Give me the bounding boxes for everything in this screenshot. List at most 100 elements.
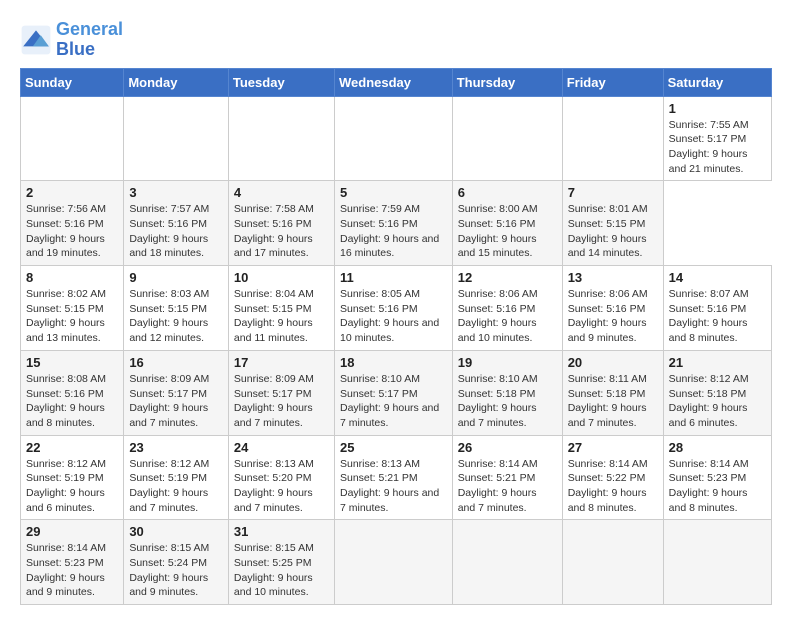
day-number: 22 — [26, 440, 118, 455]
day-info: Sunrise: 7:57 AM Sunset: 5:16 PM Dayligh… — [129, 202, 223, 261]
day-info: Sunrise: 8:12 AM Sunset: 5:18 PM Dayligh… — [669, 372, 766, 431]
calendar-day-cell: 8 Sunrise: 8:02 AM Sunset: 5:15 PM Dayli… — [21, 266, 124, 351]
empty-cell — [452, 520, 562, 605]
day-number: 7 — [568, 185, 658, 200]
day-number: 13 — [568, 270, 658, 285]
day-number: 10 — [234, 270, 329, 285]
calendar-day-cell: 18 Sunrise: 8:10 AM Sunset: 5:17 PM Dayl… — [334, 350, 452, 435]
day-info: Sunrise: 8:13 AM Sunset: 5:20 PM Dayligh… — [234, 457, 329, 516]
empty-cell — [228, 96, 334, 181]
calendar-day-cell: 6 Sunrise: 8:00 AM Sunset: 5:16 PM Dayli… — [452, 181, 562, 266]
day-info: Sunrise: 7:58 AM Sunset: 5:16 PM Dayligh… — [234, 202, 329, 261]
empty-cell — [562, 520, 663, 605]
day-info: Sunrise: 8:05 AM Sunset: 5:16 PM Dayligh… — [340, 287, 447, 346]
calendar-day-cell: 17 Sunrise: 8:09 AM Sunset: 5:17 PM Dayl… — [228, 350, 334, 435]
day-number: 11 — [340, 270, 447, 285]
calendar-day-cell: 15 Sunrise: 8:08 AM Sunset: 5:16 PM Dayl… — [21, 350, 124, 435]
calendar-day-cell: 30 Sunrise: 8:15 AM Sunset: 5:24 PM Dayl… — [124, 520, 229, 605]
day-info: Sunrise: 8:08 AM Sunset: 5:16 PM Dayligh… — [26, 372, 118, 431]
calendar-day-cell: 11 Sunrise: 8:05 AM Sunset: 5:16 PM Dayl… — [334, 266, 452, 351]
day-info: Sunrise: 7:55 AM Sunset: 5:17 PM Dayligh… — [669, 118, 766, 177]
day-info: Sunrise: 8:02 AM Sunset: 5:15 PM Dayligh… — [26, 287, 118, 346]
empty-cell — [663, 520, 771, 605]
empty-cell — [21, 96, 124, 181]
day-number: 14 — [669, 270, 766, 285]
logo: General Blue — [20, 20, 123, 60]
weekday-header-wednesday: Wednesday — [334, 68, 452, 96]
day-info: Sunrise: 8:10 AM Sunset: 5:17 PM Dayligh… — [340, 372, 447, 431]
day-number: 8 — [26, 270, 118, 285]
day-number: 1 — [669, 101, 766, 116]
calendar-day-cell: 20 Sunrise: 8:11 AM Sunset: 5:18 PM Dayl… — [562, 350, 663, 435]
day-info: Sunrise: 8:09 AM Sunset: 5:17 PM Dayligh… — [129, 372, 223, 431]
calendar-day-cell: 5 Sunrise: 7:59 AM Sunset: 5:16 PM Dayli… — [334, 181, 452, 266]
day-info: Sunrise: 8:07 AM Sunset: 5:16 PM Dayligh… — [669, 287, 766, 346]
day-number: 21 — [669, 355, 766, 370]
calendar-day-cell: 19 Sunrise: 8:10 AM Sunset: 5:18 PM Dayl… — [452, 350, 562, 435]
weekday-header-monday: Monday — [124, 68, 229, 96]
day-number: 3 — [129, 185, 223, 200]
calendar-day-cell: 29 Sunrise: 8:14 AM Sunset: 5:23 PM Dayl… — [21, 520, 124, 605]
day-info: Sunrise: 8:09 AM Sunset: 5:17 PM Dayligh… — [234, 372, 329, 431]
calendar-day-cell: 23 Sunrise: 8:12 AM Sunset: 5:19 PM Dayl… — [124, 435, 229, 520]
day-number: 29 — [26, 524, 118, 539]
calendar-day-cell: 12 Sunrise: 8:06 AM Sunset: 5:16 PM Dayl… — [452, 266, 562, 351]
empty-cell — [562, 96, 663, 181]
day-number: 16 — [129, 355, 223, 370]
calendar-day-cell: 28 Sunrise: 8:14 AM Sunset: 5:23 PM Dayl… — [663, 435, 771, 520]
weekday-header-saturday: Saturday — [663, 68, 771, 96]
day-number: 5 — [340, 185, 447, 200]
calendar-day-cell: 25 Sunrise: 8:13 AM Sunset: 5:21 PM Dayl… — [334, 435, 452, 520]
calendar-day-cell: 21 Sunrise: 8:12 AM Sunset: 5:18 PM Dayl… — [663, 350, 771, 435]
day-number: 27 — [568, 440, 658, 455]
day-info: Sunrise: 8:01 AM Sunset: 5:15 PM Dayligh… — [568, 202, 658, 261]
day-info: Sunrise: 8:03 AM Sunset: 5:15 PM Dayligh… — [129, 287, 223, 346]
day-number: 9 — [129, 270, 223, 285]
calendar-day-cell: 16 Sunrise: 8:09 AM Sunset: 5:17 PM Dayl… — [124, 350, 229, 435]
empty-cell — [334, 96, 452, 181]
day-number: 4 — [234, 185, 329, 200]
day-number: 17 — [234, 355, 329, 370]
calendar-week-row: 29 Sunrise: 8:14 AM Sunset: 5:23 PM Dayl… — [21, 520, 772, 605]
calendar-week-row: 15 Sunrise: 8:08 AM Sunset: 5:16 PM Dayl… — [21, 350, 772, 435]
day-info: Sunrise: 8:12 AM Sunset: 5:19 PM Dayligh… — [26, 457, 118, 516]
calendar-week-row: 22 Sunrise: 8:12 AM Sunset: 5:19 PM Dayl… — [21, 435, 772, 520]
empty-cell — [334, 520, 452, 605]
empty-cell — [124, 96, 229, 181]
calendar-day-cell: 31 Sunrise: 8:15 AM Sunset: 5:25 PM Dayl… — [228, 520, 334, 605]
day-number: 19 — [458, 355, 557, 370]
calendar-day-cell: 3 Sunrise: 7:57 AM Sunset: 5:16 PM Dayli… — [124, 181, 229, 266]
calendar-day-cell: 2 Sunrise: 7:56 AM Sunset: 5:16 PM Dayli… — [21, 181, 124, 266]
empty-cell — [452, 96, 562, 181]
calendar-day-cell: 27 Sunrise: 8:14 AM Sunset: 5:22 PM Dayl… — [562, 435, 663, 520]
calendar-week-row: 1 Sunrise: 7:55 AM Sunset: 5:17 PM Dayli… — [21, 96, 772, 181]
calendar-day-cell: 22 Sunrise: 8:12 AM Sunset: 5:19 PM Dayl… — [21, 435, 124, 520]
calendar-day-cell: 9 Sunrise: 8:03 AM Sunset: 5:15 PM Dayli… — [124, 266, 229, 351]
calendar-week-row: 2 Sunrise: 7:56 AM Sunset: 5:16 PM Dayli… — [21, 181, 772, 266]
day-info: Sunrise: 8:12 AM Sunset: 5:19 PM Dayligh… — [129, 457, 223, 516]
day-number: 31 — [234, 524, 329, 539]
weekday-header-tuesday: Tuesday — [228, 68, 334, 96]
day-info: Sunrise: 8:00 AM Sunset: 5:16 PM Dayligh… — [458, 202, 557, 261]
calendar-day-cell: 1 Sunrise: 7:55 AM Sunset: 5:17 PM Dayli… — [663, 96, 771, 181]
day-info: Sunrise: 7:56 AM Sunset: 5:16 PM Dayligh… — [26, 202, 118, 261]
day-info: Sunrise: 8:15 AM Sunset: 5:24 PM Dayligh… — [129, 541, 223, 600]
day-number: 6 — [458, 185, 557, 200]
calendar-day-cell: 14 Sunrise: 8:07 AM Sunset: 5:16 PM Dayl… — [663, 266, 771, 351]
calendar-table: SundayMondayTuesdayWednesdayThursdayFrid… — [20, 68, 772, 606]
calendar-week-row: 8 Sunrise: 8:02 AM Sunset: 5:15 PM Dayli… — [21, 266, 772, 351]
weekday-header-friday: Friday — [562, 68, 663, 96]
day-info: Sunrise: 7:59 AM Sunset: 5:16 PM Dayligh… — [340, 202, 447, 261]
day-info: Sunrise: 8:10 AM Sunset: 5:18 PM Dayligh… — [458, 372, 557, 431]
day-info: Sunrise: 8:14 AM Sunset: 5:21 PM Dayligh… — [458, 457, 557, 516]
day-info: Sunrise: 8:14 AM Sunset: 5:23 PM Dayligh… — [26, 541, 118, 600]
page-header: General Blue — [20, 20, 772, 60]
logo-icon — [20, 24, 52, 56]
day-number: 2 — [26, 185, 118, 200]
calendar-day-cell: 13 Sunrise: 8:06 AM Sunset: 5:16 PM Dayl… — [562, 266, 663, 351]
day-info: Sunrise: 8:11 AM Sunset: 5:18 PM Dayligh… — [568, 372, 658, 431]
day-number: 23 — [129, 440, 223, 455]
calendar-day-cell: 7 Sunrise: 8:01 AM Sunset: 5:15 PM Dayli… — [562, 181, 663, 266]
day-number: 24 — [234, 440, 329, 455]
day-info: Sunrise: 8:04 AM Sunset: 5:15 PM Dayligh… — [234, 287, 329, 346]
